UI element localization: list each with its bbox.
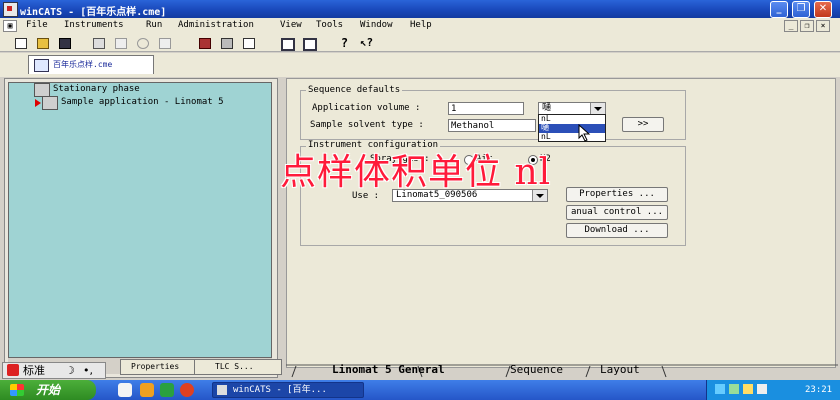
document-file-icon <box>34 59 49 72</box>
menu-bar: ▣ File Instruments Run Administration Vi… <box>0 18 840 32</box>
solvent-type-label: Sample solvent type : <box>310 120 424 130</box>
mdi-restore-icon[interactable]: ❐ <box>800 20 814 32</box>
title-bar: winCATS - [百年乐点样.cme] _ ❐ ✕ <box>0 0 840 18</box>
chevron-down-icon[interactable] <box>590 103 605 114</box>
firefox-icon[interactable] <box>140 383 154 397</box>
document-tab[interactable]: 百年乐点样.cme <box>28 55 154 74</box>
start-label: 开始 <box>36 383 61 397</box>
tab-properties[interactable]: Properties <box>120 359 202 375</box>
instrument-icon[interactable] <box>196 35 213 51</box>
app-icon[interactable] <box>3 2 18 17</box>
ime-bar[interactable]: 标准 ☽ •, <box>2 362 106 379</box>
sequence-defaults-group <box>300 90 686 140</box>
tray-icon[interactable] <box>715 384 725 394</box>
application-volume-input[interactable]: 1 <box>448 102 524 115</box>
menu-help[interactable]: Help <box>410 20 432 30</box>
refresh-icon[interactable] <box>134 35 151 51</box>
volume-unit-dropdown-list[interactable]: nL 嗵 nL <box>538 114 606 142</box>
print-preview-icon[interactable] <box>240 35 257 51</box>
manual-control-button[interactable]: anual control ... <box>566 205 668 220</box>
wincats-task-icon <box>217 385 227 395</box>
tree-node-icon <box>34 83 50 97</box>
application-volume-label: Application volume : <box>312 103 421 113</box>
window-icon[interactable] <box>278 35 295 51</box>
tree-item-label: Stationary phase <box>53 84 140 94</box>
bottom-tab-strip: Linomat 5 General Sequence Layout <box>286 364 838 378</box>
open-icon[interactable] <box>34 35 51 51</box>
ime-logo-icon <box>7 364 19 376</box>
mouse-cursor-icon <box>578 124 591 142</box>
menu-window[interactable]: Window <box>360 20 393 30</box>
volume-unit-value: 嗵 <box>542 103 552 113</box>
windows-logo-icon <box>10 384 24 396</box>
menu-tools[interactable]: Tools <box>316 20 343 30</box>
tab-tlc[interactable]: TLC S... <box>194 359 282 375</box>
media-icon[interactable] <box>180 383 194 397</box>
close-button[interactable]: ✕ <box>814 1 832 18</box>
minimize-button[interactable]: _ <box>770 1 788 18</box>
save-icon[interactable] <box>56 35 73 51</box>
help-icon[interactable]: ? <box>336 35 353 51</box>
solvent-type-input[interactable]: Methanol <box>448 119 536 132</box>
paste-doc-icon[interactable] <box>112 35 129 51</box>
menu-file[interactable]: File <box>26 20 48 30</box>
taskbar-item-label: winCATS - [百年... <box>233 385 327 395</box>
more-button[interactable]: >> <box>622 117 664 132</box>
print-icon[interactable] <box>218 35 235 51</box>
quicklaunch-icon[interactable] <box>160 383 174 397</box>
ime-mode-label: 标准 <box>23 364 45 377</box>
report-icon[interactable] <box>156 35 173 51</box>
method-tree[interactable] <box>8 82 272 358</box>
tab-layout[interactable]: Layout <box>600 364 640 377</box>
copy-doc-icon[interactable] <box>90 35 107 51</box>
volume-icon[interactable] <box>757 384 767 394</box>
restore-button[interactable]: ❐ <box>792 1 810 18</box>
clock[interactable]: 23:21 <box>805 385 832 395</box>
taskbar-item-wincats[interactable]: winCATS - [百年... <box>212 382 364 398</box>
unit-option[interactable]: nL <box>539 133 605 142</box>
punctuation-icon[interactable]: •, <box>83 363 93 378</box>
moon-icon[interactable]: ☽ <box>65 363 75 378</box>
menu-view[interactable]: View <box>280 20 302 30</box>
tree-item-label: Sample application - Linomat 5 <box>61 97 224 107</box>
toolbar: ? ↖? <box>0 32 840 52</box>
layout-icon[interactable] <box>300 35 317 51</box>
start-button[interactable]: 开始 <box>0 380 96 400</box>
menu-administration[interactable]: Administration <box>178 20 254 30</box>
tab-linomat-general[interactable]: Linomat 5 General <box>332 364 445 377</box>
document-tab-label: 百年乐点样.cme <box>53 60 113 69</box>
sequence-defaults-title: Sequence defaults <box>306 85 403 95</box>
tray-icon[interactable] <box>729 384 739 394</box>
show-desktop-icon[interactable] <box>118 383 132 397</box>
tree-node-icon <box>42 96 58 110</box>
menu-run[interactable]: Run <box>146 20 162 30</box>
context-help-icon[interactable]: ↖? <box>358 35 375 51</box>
current-step-arrow-icon <box>35 99 41 107</box>
mdi-minimize-icon[interactable]: _ <box>784 20 798 32</box>
window-title: winCATS - [百年乐点样.cme] <box>20 7 167 18</box>
new-icon[interactable] <box>12 35 29 51</box>
menu-instruments[interactable]: Instruments <box>64 20 124 30</box>
system-tray: 23:21 <box>706 380 840 400</box>
instrument-configuration-title: Instrument configuration <box>306 140 441 150</box>
tab-sequence[interactable]: Sequence <box>510 364 563 377</box>
overlay-caption: 点样体积单位 nl <box>280 152 552 193</box>
tray-icon[interactable] <box>743 384 753 394</box>
download-button[interactable]: Download ... <box>566 223 668 238</box>
mdi-close-icon[interactable]: × <box>816 20 830 32</box>
document-icon[interactable]: ▣ <box>3 20 17 32</box>
